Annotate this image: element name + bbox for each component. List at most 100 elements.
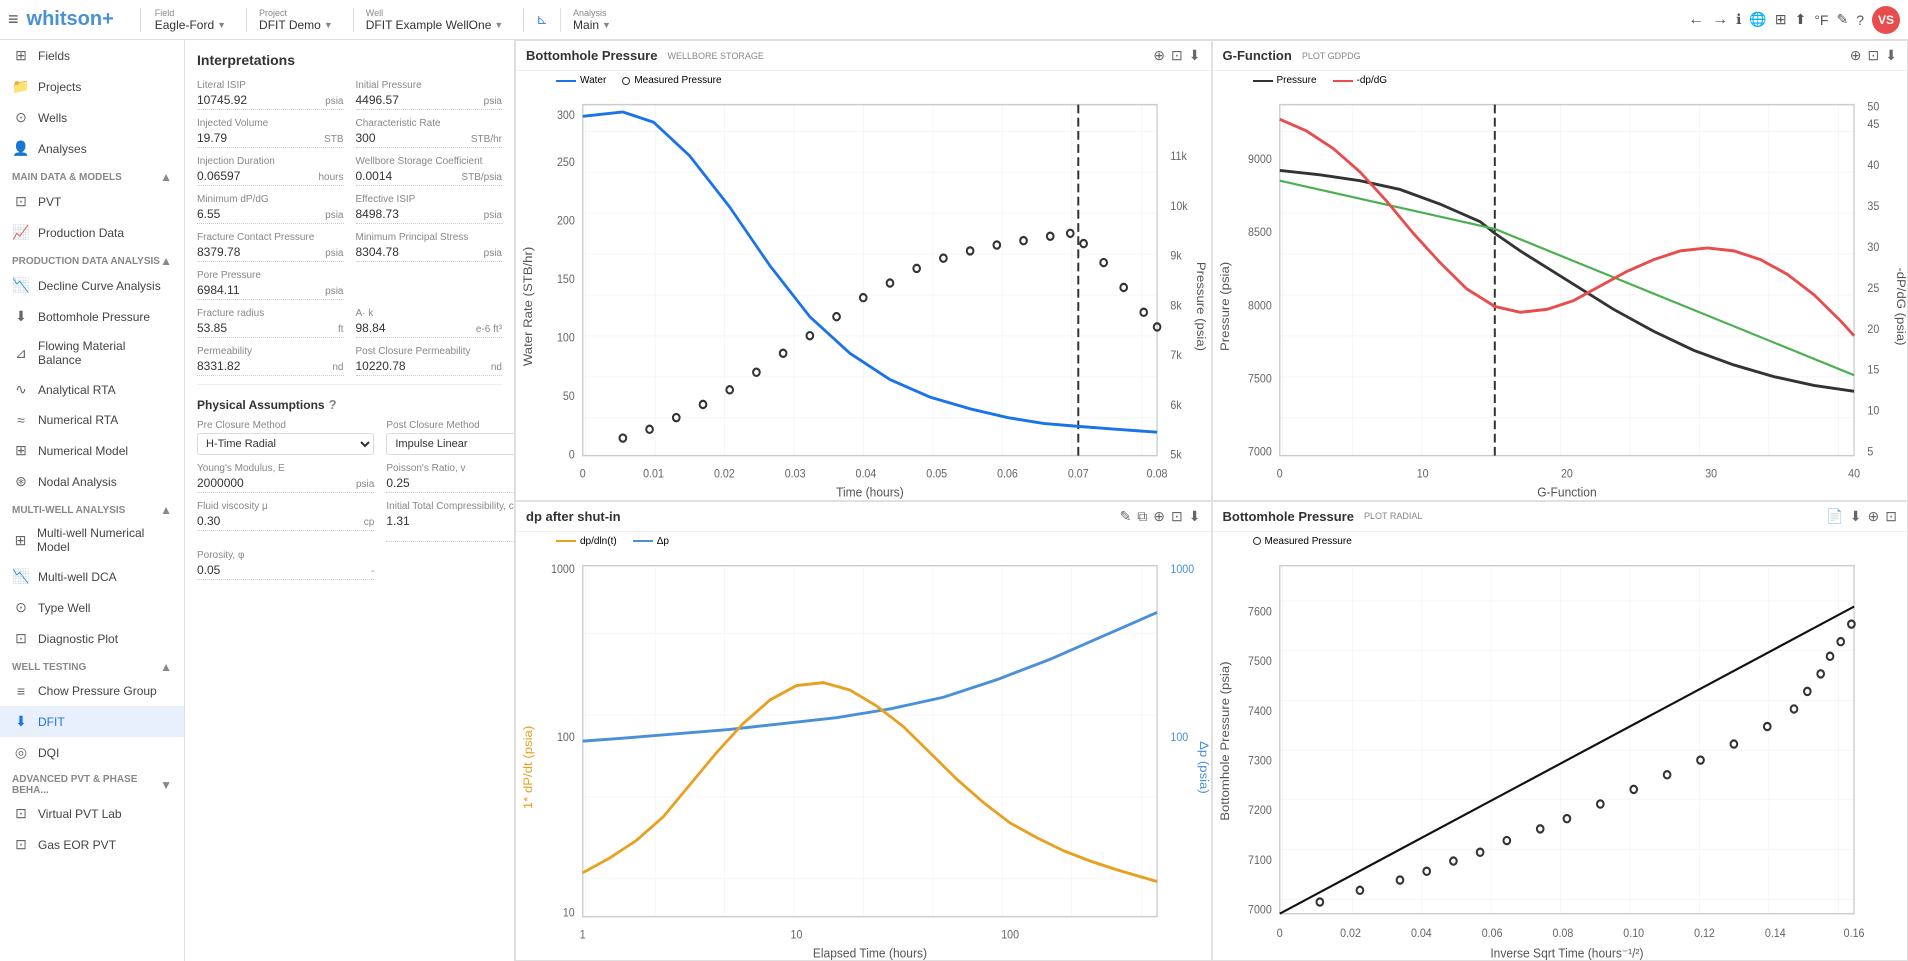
section-toggle-multi[interactable]: ▲: [160, 503, 172, 517]
porosity-input[interactable]: [197, 563, 367, 577]
field-selector[interactable]: Field Eagle-Ford ▼: [155, 8, 226, 32]
sidebar-item-chow-pressure[interactable]: ≡ Chow Pressure Group: [0, 676, 184, 706]
sidebar-item-dqi[interactable]: ◎ DQI: [0, 737, 184, 768]
compressibility-input[interactable]: [386, 514, 515, 528]
svg-text:0.02: 0.02: [1340, 927, 1361, 940]
project-selector[interactable]: Project DFIT Demo ▼: [259, 8, 333, 32]
sidebar-item-type-well[interactable]: ⊙ Type Well: [0, 592, 184, 623]
svg-text:0.05: 0.05: [926, 468, 947, 481]
svg-text:1: 1: [580, 929, 586, 942]
svg-text:0.10: 0.10: [1623, 927, 1644, 940]
svg-text:300: 300: [557, 110, 575, 123]
expand-icon[interactable]: ⊡: [1171, 47, 1183, 64]
svg-text:0.12: 0.12: [1694, 927, 1715, 940]
avatar[interactable]: VS: [1872, 6, 1900, 34]
svg-text:0.07: 0.07: [1068, 468, 1089, 481]
fields-icon: ⊞: [12, 47, 30, 64]
svg-text:Bottomhole Pressure (psia): Bottomhole Pressure (psia): [1218, 661, 1231, 820]
copy-dp-icon[interactable]: ⧉: [1137, 508, 1147, 525]
crosshair-bhr-icon[interactable]: ⊕: [1868, 508, 1880, 525]
sidebar-item-analytical-rta[interactable]: ∿ Analytical RTA: [0, 374, 184, 405]
download-bhr-icon[interactable]: ⬇: [1850, 508, 1862, 525]
sidebar-item-diagnostic-plot[interactable]: ⊡ Diagnostic Plot: [0, 623, 184, 654]
expand-bhr-icon[interactable]: ⊡: [1885, 508, 1897, 525]
upload-icon[interactable]: ⬆: [1795, 11, 1807, 28]
section-prod-analysis: Production Data Analysis ▲: [0, 248, 184, 270]
sidebar-item-dfit[interactable]: ⬇ DFIT: [0, 706, 184, 737]
svg-text:5: 5: [1867, 446, 1873, 459]
sidebar-item-numerical-rta[interactable]: ≈ Numerical RTA: [0, 405, 184, 435]
svg-text:100: 100: [557, 332, 575, 345]
svg-text:7000: 7000: [1248, 904, 1272, 917]
post-closure-select[interactable]: Impulse Linear: [386, 433, 515, 455]
pre-closure-select[interactable]: H-Time Radial: [197, 433, 374, 455]
dpln-legend-line: [556, 540, 576, 542]
download-icon[interactable]: ⬇: [1189, 47, 1201, 64]
crosshair-gf-icon[interactable]: ⊕: [1850, 47, 1862, 64]
sidebar-item-gas-eor[interactable]: ⊡ Gas EOR PVT: [0, 829, 184, 860]
download-dp-icon[interactable]: ⬇: [1189, 508, 1201, 525]
svg-text:6k: 6k: [1170, 399, 1182, 412]
help-icon[interactable]: ?: [1856, 12, 1864, 28]
sidebar-item-fields[interactable]: ⊞ Fields: [0, 40, 184, 71]
help-circle-icon[interactable]: ?: [329, 397, 337, 412]
sidebar-item-analyses[interactable]: 👤 Analyses: [0, 133, 184, 164]
sidebar-item-virtual-pvt[interactable]: ⊡ Virtual PVT Lab: [0, 798, 184, 829]
compressibility-field: Initial Total Compressibility, cT e-6/ps…: [386, 501, 515, 542]
viscosity-input[interactable]: [197, 514, 360, 528]
well-selector[interactable]: Well DFIT Example WellOne ▼: [366, 8, 504, 32]
nav-back-icon[interactable]: ←: [1688, 11, 1704, 29]
sidebar-item-decline-curve[interactable]: 📉 Decline Curve Analysis: [0, 270, 184, 301]
gas-eor-icon: ⊡: [12, 836, 30, 853]
sidebar-item-pvt[interactable]: ⊡ PVT: [0, 186, 184, 217]
pore-pressure-field: Pore Pressure 6984.11 psia: [197, 270, 344, 300]
edit-dp-icon[interactable]: ✎: [1120, 508, 1132, 525]
sidebar-item-multi-dca[interactable]: 📉 Multi-well DCA: [0, 561, 184, 592]
expand-dp-icon[interactable]: ⊡: [1171, 508, 1183, 525]
svg-text:5k: 5k: [1170, 449, 1182, 462]
analysis-selector[interactable]: Analysis Main ▼: [573, 8, 611, 32]
projects-icon: 📁: [12, 78, 30, 95]
nav-forward-icon[interactable]: →: [1712, 11, 1728, 29]
svg-text:Δp (psia): Δp (psia): [1197, 741, 1210, 794]
sidebar-item-wells[interactable]: ⊙ Wells: [0, 102, 184, 133]
section-toggle-advanced[interactable]: ▼: [160, 778, 172, 792]
info-icon[interactable]: ℹ: [1736, 11, 1741, 28]
download-gf-icon[interactable]: ⬇: [1885, 47, 1897, 64]
chart-dp-header: dp after shut-in ✎ ⧉ ⊕ ⊡ ⬇: [516, 502, 1211, 532]
poissons-ratio-input[interactable]: [386, 476, 515, 490]
chart-bh-radial: Bottomhole Pressure PLOT RADIAL 📄 ⬇ ⊕ ⊡ …: [1212, 501, 1908, 961]
sidebar-item-production-data[interactable]: 📈 Production Data: [0, 217, 184, 248]
svg-text:9000: 9000: [1248, 154, 1272, 167]
sidebar-item-bottomhole-pressure[interactable]: ⬇ Bottomhole Pressure: [0, 301, 184, 332]
multi-dca-icon: 📉: [12, 568, 30, 585]
temp-icon[interactable]: °F: [1814, 12, 1828, 28]
legend-dpln: dp/dln(t): [556, 536, 617, 547]
file-bhr-icon[interactable]: 📄: [1826, 508, 1843, 525]
youngs-modulus-input[interactable]: [197, 476, 352, 490]
sidebar-item-flowing-material[interactable]: ⊿ Flowing Material Balance: [0, 332, 184, 374]
chart-gf-actions: ⊕ ⊡ ⬇: [1850, 47, 1897, 64]
svg-text:8500: 8500: [1248, 227, 1272, 240]
globe-icon[interactable]: 🌐: [1749, 11, 1766, 28]
chart-dp-title: dp after shut-in: [526, 509, 621, 524]
section-main-data: Main Data & Models ▲: [0, 164, 184, 186]
crosshair-dp-icon[interactable]: ⊕: [1153, 508, 1165, 525]
section-toggle-testing[interactable]: ▲: [160, 660, 172, 674]
sidebar-item-numerical-model[interactable]: ⊞ Numerical Model: [0, 435, 184, 466]
sidebar-item-nodal-analysis[interactable]: ⊛ Nodal Analysis: [0, 466, 184, 497]
filter-icon[interactable]: ⊾: [536, 11, 548, 28]
hamburger-icon[interactable]: ≡: [8, 9, 19, 30]
edit-pencil-icon[interactable]: ✎: [1836, 11, 1848, 28]
sidebar-item-multi-numerical[interactable]: ⊞ Multi-well Numerical Model: [0, 519, 184, 561]
interpretations-grid: Literal ISIP 10745.92 psia Initial Press…: [197, 80, 502, 376]
chart-bhr-legend: Measured Pressure: [1213, 532, 1908, 551]
svg-text:7500: 7500: [1248, 655, 1272, 668]
crosshair-icon[interactable]: ⊕: [1153, 47, 1165, 64]
section-toggle-main[interactable]: ▲: [160, 170, 172, 184]
svg-text:0: 0: [569, 449, 575, 462]
expand-gf-icon[interactable]: ⊡: [1868, 47, 1880, 64]
sidebar-item-projects[interactable]: 📁 Projects: [0, 71, 184, 102]
grid-icon[interactable]: ⊞: [1775, 11, 1787, 28]
section-toggle-prod[interactable]: ▲: [160, 254, 172, 268]
